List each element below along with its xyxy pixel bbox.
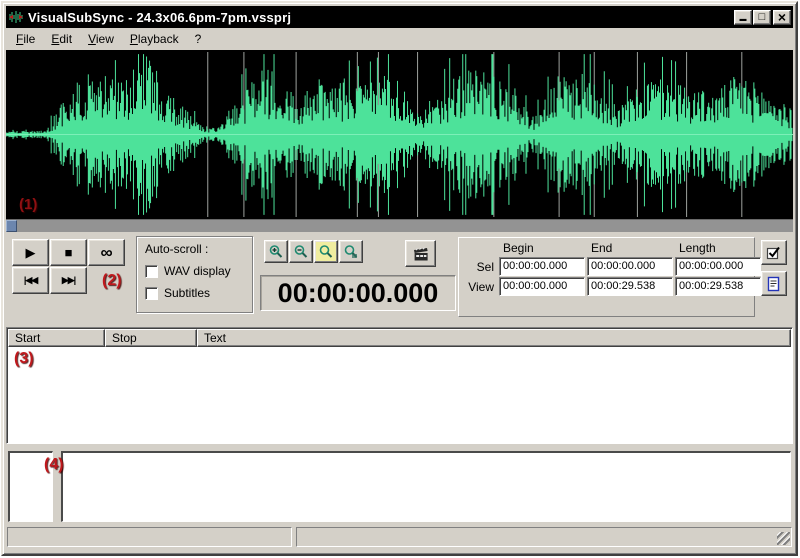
current-time-value: 00:00:00.000 bbox=[277, 277, 439, 308]
sel-end-field[interactable]: 00:00:00.000 bbox=[587, 257, 673, 276]
status-panel-right bbox=[296, 527, 792, 547]
annotation-2: (2) bbox=[102, 272, 122, 289]
current-time-display: 00:00:00.000 bbox=[260, 275, 456, 311]
checkmark-icon bbox=[766, 246, 780, 259]
subtitle-list[interactable]: Start Stop Text (3) bbox=[6, 327, 793, 444]
loop-button[interactable]: ∞ bbox=[88, 239, 125, 266]
wav-display-option[interactable]: WAV display bbox=[145, 264, 252, 278]
resize-grip[interactable] bbox=[777, 532, 790, 545]
menu-file[interactable]: File bbox=[8, 29, 43, 49]
maximize-button[interactable]: □ bbox=[753, 9, 771, 25]
waveform-scrollbar-thumb[interactable] bbox=[6, 220, 17, 232]
menu-view[interactable]: View bbox=[80, 29, 122, 49]
start-column-header[interactable]: Start bbox=[8, 329, 105, 347]
spacer-cell bbox=[461, 240, 497, 256]
skip-back-button[interactable]: |◀◀ bbox=[12, 267, 49, 294]
status-panel-left bbox=[7, 527, 292, 547]
text-column-header[interactable]: Text bbox=[197, 329, 791, 347]
side-buttons bbox=[761, 240, 787, 296]
check-errors-button[interactable] bbox=[761, 240, 787, 265]
close-button[interactable]: × bbox=[773, 9, 791, 25]
zoom-in-icon bbox=[269, 244, 283, 258]
begin-header: Begin bbox=[503, 241, 534, 255]
autoscroll-label: Auto-scroll : bbox=[145, 242, 209, 256]
subtitle-list-header: Start Stop Text bbox=[8, 329, 791, 347]
subtitle-list-body[interactable]: (3) bbox=[7, 347, 792, 443]
annotation-1: (1) bbox=[19, 196, 38, 213]
view-end-field[interactable]: 00:00:29.538 bbox=[587, 277, 673, 296]
zoom-selection-icon bbox=[344, 244, 358, 258]
autoscroll-groupbox: Auto-scroll : WAV display Subtitles bbox=[136, 236, 253, 313]
waveform-display[interactable]: (1) bbox=[6, 50, 793, 219]
end-header: End bbox=[591, 241, 613, 255]
wav-display-checkbox[interactable] bbox=[145, 264, 158, 278]
selection-view-panel: Begin End Length Sel 00:00:00.000 00:00:… bbox=[458, 237, 761, 317]
waveform-graphic bbox=[6, 52, 793, 217]
waveform-scrollbar[interactable] bbox=[6, 219, 793, 232]
document-icon bbox=[767, 276, 780, 291]
sel-begin-field[interactable]: 00:00:00.000 bbox=[499, 257, 585, 276]
zoom-toolbar bbox=[264, 240, 363, 263]
subtitle-edit-zone: (4) bbox=[6, 451, 793, 522]
wav-display-label: WAV display bbox=[164, 264, 231, 278]
length-header: Length bbox=[679, 241, 716, 255]
menu-bar: File Edit View Playback ? bbox=[6, 28, 793, 50]
status-bar bbox=[6, 527, 793, 547]
app-window: VisualSubSync - 24.3x06.6pm-7pm.vssprj ▬… bbox=[1, 1, 798, 556]
control-panel: ▶ ■ ∞ |◀◀ ▶▶| (2) Auto-scroll : WAV disp… bbox=[6, 232, 793, 325]
stop-icon: ■ bbox=[64, 245, 73, 260]
zoom-selection-button[interactable] bbox=[339, 240, 363, 263]
text-pipe-button[interactable] bbox=[761, 271, 787, 296]
sel-row-label: Sel bbox=[476, 259, 494, 274]
play-icon: ▶ bbox=[25, 244, 36, 260]
skip-forward-button[interactable]: ▶▶| bbox=[50, 267, 87, 294]
zoom-in-button[interactable] bbox=[264, 240, 288, 263]
stop-button[interactable]: ■ bbox=[50, 239, 87, 266]
app-waveform-icon bbox=[8, 9, 24, 25]
view-begin-field[interactable]: 00:00:00.000 bbox=[499, 277, 585, 296]
play-button[interactable]: ▶ bbox=[12, 239, 49, 266]
stop-column-header[interactable]: Stop bbox=[105, 329, 197, 347]
zoom-all-icon bbox=[319, 244, 333, 258]
zoom-out-icon bbox=[294, 244, 308, 258]
zoom-out-button[interactable] bbox=[289, 240, 313, 263]
subtitles-label: Subtitles bbox=[164, 286, 211, 300]
clapperboard-icon bbox=[413, 246, 428, 260]
view-row-label: View bbox=[468, 279, 494, 294]
subtitles-option[interactable]: Subtitles bbox=[145, 286, 252, 300]
subtitles-checkbox[interactable] bbox=[145, 286, 158, 300]
annotation-4: (4) bbox=[44, 456, 64, 473]
sel-length-field[interactable]: 00:00:00.000 bbox=[675, 257, 761, 276]
loop-icon: ∞ bbox=[100, 242, 113, 262]
skip-forward-icon: ▶▶| bbox=[61, 275, 76, 285]
scene-change-button[interactable] bbox=[405, 240, 436, 267]
minimize-button[interactable]: ▬ bbox=[734, 9, 752, 25]
zoom-all-button[interactable] bbox=[314, 240, 338, 263]
view-length-field[interactable]: 00:00:29.538 bbox=[675, 277, 761, 296]
annotation-3: (3) bbox=[14, 350, 34, 367]
window-title: VisualSubSync - 24.3x06.6pm-7pm.vssprj bbox=[28, 9, 292, 25]
menu-playback[interactable]: Playback bbox=[122, 29, 187, 49]
skip-back-icon: |◀◀ bbox=[23, 275, 38, 285]
subtitle-text-editor[interactable] bbox=[61, 451, 791, 522]
menu-help[interactable]: ? bbox=[187, 29, 210, 49]
title-bar[interactable]: VisualSubSync - 24.3x06.6pm-7pm.vssprj ▬… bbox=[6, 6, 793, 28]
menu-edit[interactable]: Edit bbox=[43, 29, 80, 49]
